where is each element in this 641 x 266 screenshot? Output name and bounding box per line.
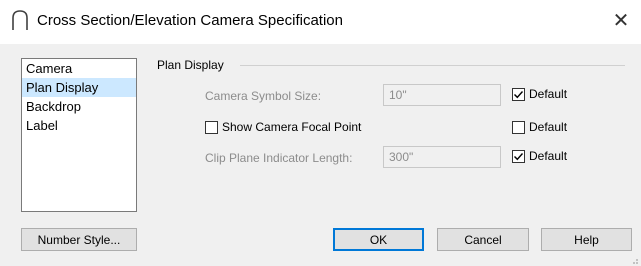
- camera-arc-icon: [11, 9, 29, 31]
- focal-point-default-checkbox[interactable]: Default: [512, 120, 567, 134]
- clip-plane-length-field[interactable]: 300": [383, 146, 501, 168]
- checkbox-unchecked-icon: [512, 120, 525, 134]
- checkbox-checked-icon: [512, 87, 525, 101]
- section-item-camera[interactable]: Camera: [22, 59, 136, 78]
- window-title: Cross Section/Elevation Camera Specifica…: [37, 12, 343, 29]
- plan-display-group-label: Plan Display: [157, 58, 224, 72]
- dialog-body: Camera Plan Display Backdrop Label Plan …: [0, 44, 641, 266]
- camera-symbol-size-label: Camera Symbol Size:: [205, 89, 322, 103]
- camera-symbol-size-default-checkbox[interactable]: Default: [512, 87, 567, 101]
- show-focal-point-label: Show Camera Focal Point: [222, 120, 362, 134]
- checkbox-unchecked-icon: [205, 120, 218, 134]
- section-item-plan-display[interactable]: Plan Display: [22, 78, 136, 97]
- cancel-button[interactable]: Cancel: [437, 228, 529, 251]
- ok-button[interactable]: OK: [333, 228, 424, 251]
- group-divider: [240, 65, 625, 66]
- close-button[interactable]: ✕: [607, 6, 635, 34]
- show-focal-point-checkbox[interactable]: Show Camera Focal Point: [205, 120, 361, 134]
- resize-grip-icon[interactable]: [629, 254, 639, 264]
- close-icon: ✕: [612, 9, 630, 32]
- help-button[interactable]: Help: [541, 228, 632, 251]
- default-label: Default: [529, 120, 568, 134]
- clip-plane-length-label: Clip Plane Indicator Length:: [205, 151, 353, 165]
- camera-symbol-size-field[interactable]: 10": [383, 84, 501, 106]
- number-style-button[interactable]: Number Style...: [21, 228, 137, 251]
- title-bar[interactable]: Cross Section/Elevation Camera Specifica…: [0, 0, 641, 44]
- section-item-backdrop[interactable]: Backdrop: [22, 97, 136, 116]
- default-label: Default: [529, 149, 568, 163]
- camera-specification-dialog: Cross Section/Elevation Camera Specifica…: [0, 0, 641, 266]
- checkbox-checked-icon: [512, 149, 525, 163]
- section-list[interactable]: Camera Plan Display Backdrop Label: [21, 58, 137, 212]
- clip-plane-length-default-checkbox[interactable]: Default: [512, 149, 567, 163]
- default-label: Default: [529, 87, 568, 101]
- section-item-label[interactable]: Label: [22, 116, 136, 135]
